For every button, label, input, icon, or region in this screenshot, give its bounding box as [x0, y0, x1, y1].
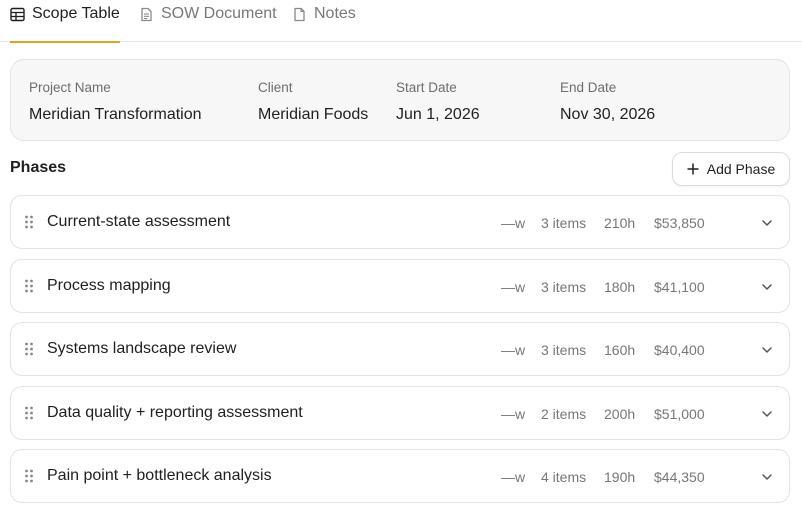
tab-label: SOW Document	[161, 5, 277, 22]
chevron-down-icon[interactable]	[761, 281, 773, 293]
phase-name: Process mapping	[47, 277, 171, 294]
phase-item-count: 4 items	[541, 469, 587, 485]
drag-handle-icon[interactable]	[24, 469, 34, 483]
chevron-down-icon[interactable]	[761, 217, 773, 229]
phase-hours: 160h	[604, 342, 636, 358]
phase-item-count: 3 items	[541, 215, 587, 231]
phase-cost: $40,400	[654, 342, 705, 358]
table-icon	[10, 7, 25, 22]
phase-name: Current-state assessment	[47, 213, 231, 230]
phase-item-count: 2 items	[541, 406, 587, 422]
note-icon	[292, 7, 307, 22]
phase-cost: $53,850	[654, 215, 705, 231]
chevron-down-icon[interactable]	[761, 471, 773, 483]
phase-hours: 200h	[604, 406, 636, 422]
field-value: Meridian Transformation	[29, 106, 202, 123]
project-name-field[interactable]: Project Name Meridian Transformation	[29, 80, 202, 124]
phase-hours: 210h	[604, 215, 636, 231]
phase-row[interactable]: Process mapping —w 3 items 180h $41,100	[10, 259, 790, 313]
field-value: Meridian Foods	[258, 106, 369, 123]
field-label: Start Date	[396, 80, 457, 95]
add-phase-button[interactable]: Add Phase	[672, 152, 790, 186]
drag-handle-icon[interactable]	[24, 342, 34, 356]
drag-handle-icon[interactable]	[24, 215, 34, 229]
phase-name: Systems landscape review	[47, 340, 237, 357]
phase-cost: $41,100	[654, 279, 705, 295]
phase-weeks: —w	[501, 469, 526, 485]
add-phase-label: Add Phase	[706, 161, 776, 177]
plus-icon	[687, 163, 699, 175]
phase-cost: $44,350	[654, 469, 705, 485]
chevron-down-icon[interactable]	[761, 344, 773, 356]
tab-bar: Scope Table SOW Document Notes	[0, 0, 802, 43]
tab-scope-table[interactable]: Scope Table	[10, 0, 120, 43]
phase-row[interactable]: Current-state assessment —w 3 items 210h $53…	[10, 195, 790, 249]
end-date-field[interactable]: End Date Nov 30, 2026	[560, 80, 655, 124]
phase-weeks: —w	[501, 215, 526, 231]
phase-row[interactable]: Pain point + bottleneck analysis —w 4 item…	[10, 449, 790, 503]
phase-hours: 190h	[604, 469, 636, 485]
phase-weeks: —w	[501, 406, 526, 422]
phase-name: Data quality + reporting assessment	[47, 404, 303, 421]
phases-heading: Phases	[10, 159, 67, 176]
document-icon	[139, 7, 154, 22]
phase-item-count: 3 items	[541, 279, 587, 295]
tab-notes[interactable]: Notes	[292, 0, 356, 42]
field-value: Jun 1, 2026	[396, 106, 480, 123]
phase-cost: $51,000	[654, 406, 705, 422]
client-field[interactable]: Client Meridian Foods	[258, 80, 368, 124]
field-label: Project Name	[29, 80, 111, 95]
tab-sow-document[interactable]: SOW Document	[139, 0, 277, 42]
phase-hours: 180h	[604, 279, 636, 295]
phase-weeks: —w	[501, 279, 526, 295]
phase-item-count: 3 items	[541, 342, 587, 358]
tab-label: Notes	[314, 5, 356, 22]
tab-label: Scope Table	[32, 5, 120, 22]
phase-row[interactable]: Data quality + reporting assessment —w 2 i…	[10, 386, 790, 440]
project-info-card: Project Name Meridian Transformation Cli…	[10, 59, 790, 141]
field-label: Client	[258, 80, 293, 95]
chevron-down-icon[interactable]	[761, 408, 773, 420]
phase-row[interactable]: Systems landscape review —w 3 items 160h $40…	[10, 322, 790, 376]
field-value: Nov 30, 2026	[560, 106, 656, 123]
drag-handle-icon[interactable]	[24, 279, 34, 293]
start-date-field[interactable]: Start Date Jun 1, 2026	[396, 80, 480, 124]
phase-weeks: —w	[501, 342, 526, 358]
drag-handle-icon[interactable]	[24, 406, 34, 420]
phase-name: Pain point + bottleneck analysis	[47, 467, 272, 484]
field-label: End Date	[560, 80, 617, 95]
